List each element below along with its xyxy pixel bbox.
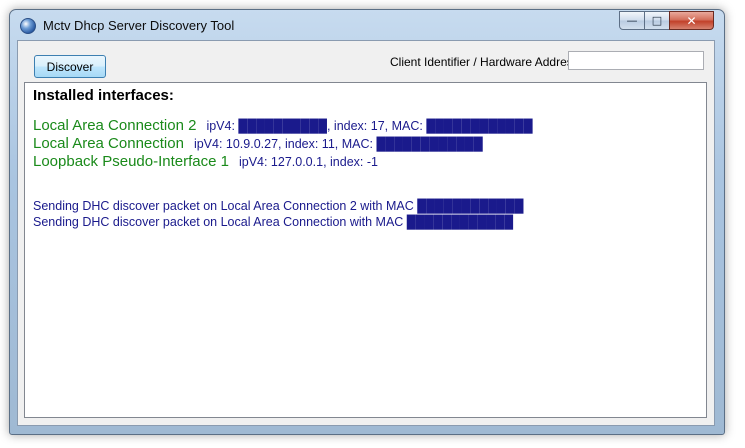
output-log[interactable]: Installed interfaces: Local Area Connect… bbox=[24, 82, 707, 418]
title-bar[interactable]: Mctv Dhcp Server Discovery Tool — □ ✕ bbox=[10, 10, 724, 40]
window-title: Mctv Dhcp Server Discovery Tool bbox=[43, 18, 235, 33]
interface-name: Local Area Connection bbox=[33, 135, 184, 152]
app-window: Mctv Dhcp Server Discovery Tool — □ ✕ Di… bbox=[9, 9, 725, 435]
discover-button[interactable]: Discover bbox=[34, 55, 106, 78]
close-icon: ✕ bbox=[686, 13, 697, 28]
toolbar: Discover Client Identifier / Hardware Ad… bbox=[18, 41, 714, 82]
interface-name: Loopback Pseudo-Interface 1 bbox=[33, 153, 229, 170]
maximize-button[interactable]: □ bbox=[644, 11, 670, 30]
interface-details: ipV4: ██████████, index: 17, MAC: ██████… bbox=[206, 119, 533, 133]
installed-interfaces-heading: Installed interfaces: bbox=[33, 87, 174, 104]
close-button[interactable]: ✕ bbox=[669, 11, 714, 30]
interface-row: Local Area Connection 2 ipV4: ██████████,… bbox=[33, 117, 533, 135]
minimize-icon: — bbox=[626, 14, 638, 27]
interface-row: Local Area Connection ipV4: 10.9.0.27, in… bbox=[33, 135, 483, 153]
interface-details: ipV4: 10.9.0.27, index: 11, MAC: ███████… bbox=[193, 137, 483, 151]
client-identifier-input[interactable] bbox=[568, 51, 704, 70]
app-icon[interactable] bbox=[20, 18, 36, 34]
interface-name: Local Area Connection 2 bbox=[33, 117, 197, 134]
maximize-icon: □ bbox=[651, 14, 663, 27]
minimize-button[interactable]: — bbox=[619, 11, 645, 30]
client-identifier-label: Client Identifier / Hardware Address bbox=[390, 55, 579, 69]
interface-details: ipV4: 127.0.0.1, index: -1 bbox=[238, 155, 378, 169]
log-message: Sending DHC discover packet on Local Are… bbox=[33, 215, 514, 229]
interface-row: Loopback Pseudo-Interface 1 ipV4: 127.0.0… bbox=[33, 153, 378, 171]
client-area: Discover Client Identifier / Hardware Ad… bbox=[17, 40, 715, 426]
log-message: Sending DHC discover packet on Local Are… bbox=[33, 199, 524, 213]
